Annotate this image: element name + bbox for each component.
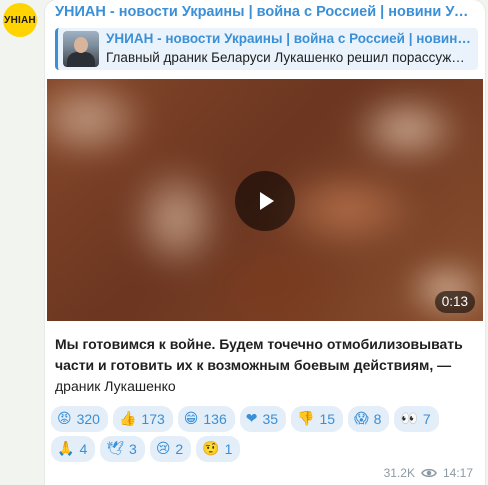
caption-quote: Мы готовимся к войне. Будем точечно отмо… <box>55 336 463 373</box>
reaction-count: 15 <box>319 411 336 427</box>
reaction-chip[interactable]: 😡 320 <box>51 406 108 432</box>
eye-icon <box>421 468 437 478</box>
channel-avatar-text: УНІАН <box>4 14 36 26</box>
play-icon <box>260 192 274 210</box>
neutral-face-icon: 🤨 <box>202 441 220 457</box>
channel-name[interactable]: УНИАН - новости Украины | война с Россие… <box>55 4 475 20</box>
reaction-chip[interactable]: ❤ 35 <box>239 406 287 432</box>
reaction-chip[interactable]: 👀 7 <box>394 406 439 432</box>
message-time: 14:17 <box>442 466 473 480</box>
message-bubble: УНИАН - новости Украины | война с Россие… <box>45 0 485 485</box>
reply-title: УНИАН - новости Украины | война с Россие… <box>106 31 471 46</box>
reaction-count: 136 <box>203 411 227 427</box>
reaction-chip[interactable]: 😱 8 <box>348 406 390 432</box>
reply-text: Главный драник Беларуси Лукашенко решил … <box>106 50 471 65</box>
channel-avatar[interactable]: УНІАН <box>3 3 37 37</box>
reaction-count: 7 <box>422 411 431 427</box>
grinning-face-icon: 😁 <box>183 411 199 427</box>
reaction-chip[interactable]: 🕊 3 <box>100 436 145 462</box>
screaming-face-icon: 😱 <box>354 411 369 427</box>
reaction-chip[interactable]: 🙏 4 <box>51 436 96 462</box>
reaction-chip[interactable]: 🤨 1 <box>196 436 241 462</box>
video-duration: 0:13 <box>434 291 475 313</box>
folded-hands-icon: 🙏 <box>57 441 75 457</box>
angry-face-icon: 😡 <box>57 411 72 427</box>
thumbs-down-icon: 👎 <box>297 411 315 427</box>
crying-face-icon: 😢 <box>155 441 171 457</box>
reaction-count: 3 <box>129 441 137 457</box>
reaction-count: 320 <box>76 411 100 427</box>
reaction-count: 173 <box>141 411 165 427</box>
video-player[interactable]: 0:13 <box>47 79 483 321</box>
play-button[interactable] <box>235 171 295 231</box>
reaction-chip[interactable]: 😁 136 <box>177 406 235 432</box>
red-heart-icon: ❤ <box>245 411 258 427</box>
reply-thumbnail <box>63 31 99 67</box>
thumbs-up-icon: 👍 <box>118 411 137 427</box>
reaction-count: 35 <box>262 411 279 427</box>
forwarded-reply-preview[interactable]: УНИАН - новости Украины | война с Россие… <box>55 28 478 70</box>
reaction-count: 8 <box>373 411 382 427</box>
caption-attribution: драник Лукашенко <box>55 378 176 394</box>
reaction-chip[interactable]: 👍 173 <box>112 406 173 432</box>
message-caption: Мы готовимся к войне. Будем точечно отмо… <box>55 334 475 397</box>
view-count: 31.2K <box>383 466 415 480</box>
reaction-chip[interactable]: 👎 15 <box>291 406 344 432</box>
dove-icon: 🕊 <box>106 441 125 457</box>
reaction-count: 1 <box>224 441 233 457</box>
reactions-bar: 😡 320 👍 173 😁 136 ❤ 35 👎 15 😱 8 👀 7 🙏 4 🕊 3 😢 2 🤨 1 <box>51 406 479 462</box>
message-meta: 31.2K 14:17 <box>384 466 473 480</box>
reaction-count: 4 <box>79 441 88 457</box>
eyes-icon: 👀 <box>400 411 418 427</box>
reaction-count: 2 <box>175 441 184 457</box>
reaction-chip[interactable]: 😢 2 <box>149 436 192 462</box>
